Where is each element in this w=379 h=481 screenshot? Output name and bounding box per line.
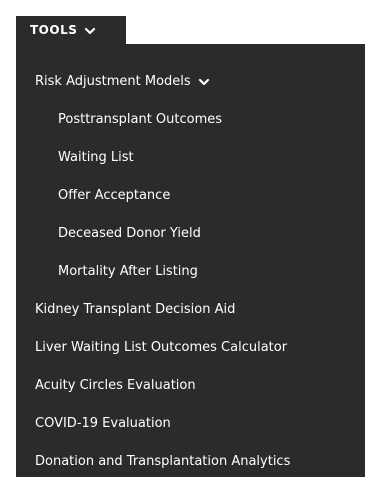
submenu-item-label: Deceased Donor Yield [58,225,201,241]
menu-item-label: Kidney Transplant Decision Aid [35,301,236,317]
submenu-item-posttransplant-outcomes[interactable]: Posttransplant Outcomes [16,102,365,136]
menu-item-label: COVID-19 Evaluation [35,415,171,431]
tools-menu-tab[interactable]: TOOLS [16,16,126,44]
menu-item-label: Acuity Circles Evaluation [35,377,196,393]
chevron-down-icon [198,76,210,86]
menu-item-risk-adjustment-models[interactable]: Risk Adjustment Models [16,64,365,98]
menu-item-label: Donation and Transplantation Analytics [35,453,291,469]
menu-item-donation-and-transplantation-analytics[interactable]: Donation and Transplantation Analytics [16,444,365,478]
menu-item-covid-19-evaluation[interactable]: COVID-19 Evaluation [16,406,365,440]
submenu-item-label: Waiting List [58,149,134,165]
menu-item-label: Liver Waiting List Outcomes Calculator [35,339,288,355]
menu-item-label: Risk Adjustment Models [35,73,191,89]
tools-dropdown-menu: Risk Adjustment Models Posttransplant Ou… [16,44,365,477]
submenu-item-waiting-list[interactable]: Waiting List [16,140,365,174]
submenu-item-label: Posttransplant Outcomes [58,111,223,127]
menu-item-kidney-transplant-decision-aid[interactable]: Kidney Transplant Decision Aid [16,292,365,326]
submenu-item-deceased-donor-yield[interactable]: Deceased Donor Yield [16,216,365,250]
submenu-item-mortality-after-listing[interactable]: Mortality After Listing [16,254,365,288]
submenu-item-label: Mortality After Listing [58,263,198,279]
menu-item-liver-waiting-list-outcomes-calculator[interactable]: Liver Waiting List Outcomes Calculator [16,330,365,364]
submenu-item-offer-acceptance[interactable]: Offer Acceptance [16,178,365,212]
submenu-item-label: Offer Acceptance [58,187,171,203]
menu-item-acuity-circles-evaluation[interactable]: Acuity Circles Evaluation [16,368,365,402]
tools-tab-label: TOOLS [30,23,78,37]
chevron-down-icon [84,25,96,35]
